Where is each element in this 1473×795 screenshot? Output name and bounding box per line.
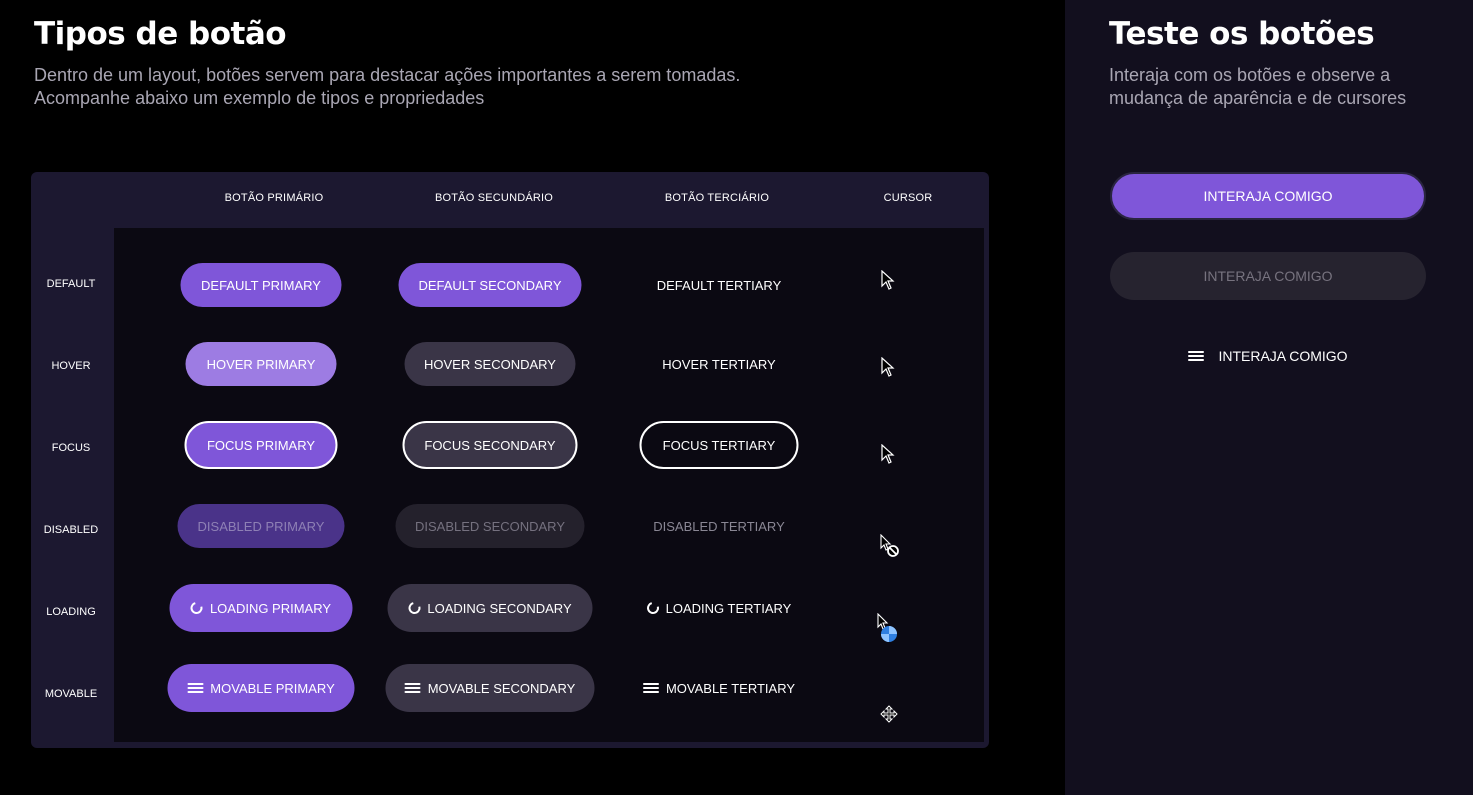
column-header-tertiary: BOTÃO TERCIÁRIO (664, 192, 770, 204)
default-primary-label: DEFAULT PRIMARY (201, 277, 321, 293)
movable-secondary-button[interactable]: MOVABLE SECONDARY (385, 664, 595, 712)
arrow-cursor-icon (881, 357, 895, 377)
test-primary-button[interactable]: INTERAJA COMIGO (1110, 172, 1426, 220)
movable-tertiary-button[interactable]: MOVABLE TERTIARY (639, 666, 799, 710)
default-primary-button[interactable]: DEFAULT PRIMARY (180, 263, 342, 307)
spinner-icon (188, 599, 206, 617)
movable-secondary-label: MOVABLE SECONDARY (427, 680, 576, 696)
spinner-icon (406, 599, 423, 617)
right-panel-subtitle-line-2: mudança de aparência e de cursores (1109, 88, 1407, 108)
right-panel-title: Teste os botões (1109, 16, 1375, 52)
movable-primary-button[interactable]: MOVABLE PRIMARY (167, 664, 355, 712)
focus-primary-button[interactable]: FOCUS PRIMARY (184, 421, 338, 469)
not-allowed-cursor-icon (880, 534, 899, 557)
row-label-hover: HOVER (51, 360, 91, 372)
column-header-secondary: BOTÃO SECUNDÁRIO (434, 192, 554, 204)
right-panel-subtitle: Interaja com os botões e observe a mudan… (1109, 64, 1449, 110)
test-movable-label: INTERAJA COMIGO (1218, 348, 1348, 364)
arrow-cursor-icon (881, 444, 895, 464)
hover-secondary-button[interactable]: HOVER SECONDARY (404, 342, 576, 386)
menu-icon (1188, 351, 1205, 361)
menu-icon (187, 683, 204, 693)
disabled-secondary-label: DISABLED SECONDARY (414, 518, 566, 534)
right-panel-subtitle-line-1: Interaja com os botões e observe a (1109, 65, 1391, 85)
row-label-focus: FOCUS (51, 442, 91, 454)
test-primary-label: INTERAJA COMIGO (1203, 188, 1333, 204)
disabled-tertiary-label: DISABLED TERTIARY (653, 518, 785, 534)
focus-tertiary-label: FOCUS TERTIARY (662, 437, 776, 453)
menu-icon (404, 683, 421, 693)
column-header-primary: BOTÃO PRIMÁRIO (224, 192, 324, 204)
column-header-cursor: CURSOR (883, 192, 933, 204)
loading-tertiary-label: LOADING TERTIARY (665, 600, 792, 616)
row-label-disabled: DISABLED (43, 524, 99, 536)
movable-tertiary-label: MOVABLE TERTIARY (665, 680, 796, 696)
page-subtitle-line-1: Dentro de um layout, botões servem para … (34, 65, 741, 85)
focus-tertiary-button[interactable]: FOCUS TERTIARY (639, 421, 799, 469)
hover-tertiary-button[interactable]: HOVER TERTIARY (649, 342, 789, 386)
disabled-tertiary-button[interactable]: DISABLED TERTIARY (644, 504, 794, 548)
page-subtitle: Dentro de um layout, botões servem para … (34, 64, 834, 110)
test-disabled-label: INTERAJA COMIGO (1203, 268, 1333, 284)
page-subtitle-line-2: Acompanhe abaixo um exemplo de tipos e p… (34, 88, 485, 108)
row-label-default: DEFAULT (46, 278, 96, 290)
loading-secondary-label: LOADING SECONDARY (427, 600, 572, 616)
progress-cursor-icon (877, 613, 897, 642)
loading-primary-button[interactable]: LOADING PRIMARY (169, 584, 353, 632)
default-tertiary-label: DEFAULT TERTIARY (656, 277, 782, 293)
focus-primary-label: FOCUS PRIMARY (206, 437, 316, 453)
loading-tertiary-button[interactable]: LOADING TERTIARY (639, 586, 799, 630)
button-types-table: BOTÃO PRIMÁRIO BOTÃO SECUNDÁRIO BOTÃO TE… (31, 172, 989, 748)
hover-primary-label: HOVER PRIMARY (206, 356, 316, 372)
row-label-movable: MOVABLE (44, 688, 98, 700)
arrow-cursor-icon (881, 270, 895, 290)
loading-secondary-button[interactable]: LOADING SECONDARY (387, 584, 593, 632)
default-secondary-label: DEFAULT SECONDARY (418, 277, 562, 293)
move-cursor-icon (880, 705, 898, 723)
test-disabled-button[interactable]: INTERAJA COMIGO (1110, 252, 1426, 300)
disabled-primary-button[interactable]: DISABLED PRIMARY (177, 504, 345, 548)
focus-secondary-label: FOCUS SECONDARY (424, 437, 556, 453)
page-title: Tipos de botão (34, 16, 287, 52)
hover-secondary-label: HOVER SECONDARY (424, 356, 556, 372)
row-label-loading: LOADING (46, 606, 96, 618)
disabled-secondary-button[interactable]: DISABLED SECONDARY (395, 504, 585, 548)
left-panel: Tipos de botão Dentro de um layout, botõ… (0, 0, 1065, 795)
default-secondary-button[interactable]: DEFAULT SECONDARY (398, 263, 582, 307)
test-movable-button[interactable]: INTERAJA COMIGO (1110, 332, 1426, 380)
hover-primary-button[interactable]: HOVER PRIMARY (185, 342, 337, 386)
disabled-primary-label: DISABLED PRIMARY (197, 518, 325, 534)
spinner-icon (644, 599, 661, 617)
hover-tertiary-label: HOVER TERTIARY (662, 356, 776, 372)
focus-secondary-button[interactable]: FOCUS SECONDARY (402, 421, 578, 469)
right-panel: Teste os botões Interaja com os botões e… (1065, 0, 1473, 795)
default-tertiary-button[interactable]: DEFAULT TERTIARY (644, 263, 794, 307)
menu-icon (642, 683, 659, 693)
loading-primary-label: LOADING PRIMARY (209, 600, 332, 616)
movable-primary-label: MOVABLE PRIMARY (210, 680, 335, 696)
